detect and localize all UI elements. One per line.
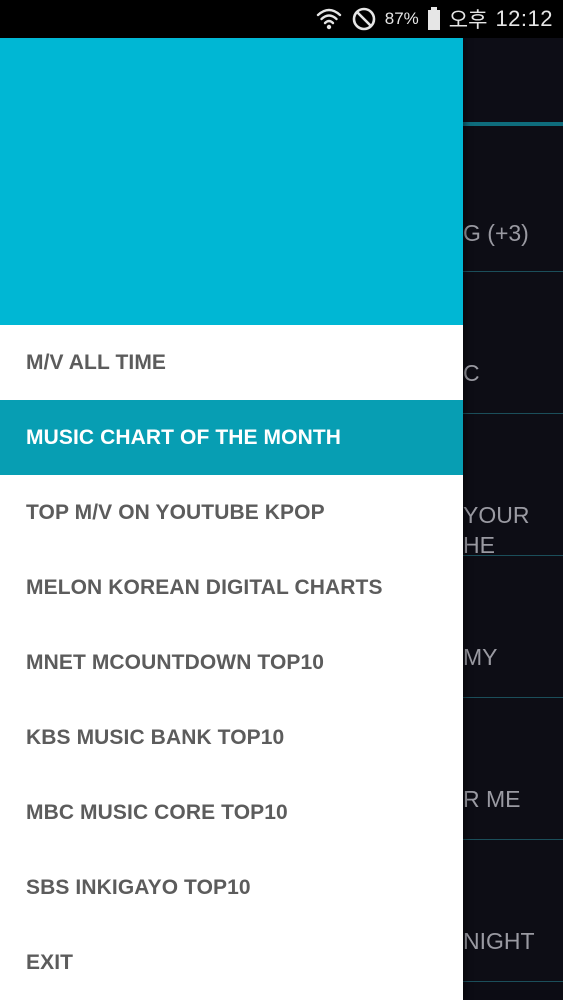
- menu-item-mv-all-time[interactable]: M/V ALL TIME: [0, 325, 463, 400]
- menu-item-top-mv-youtube-kpop[interactable]: TOP M/V ON YOUTUBE KPOP: [0, 475, 463, 550]
- menu-item-exit[interactable]: EXIT: [0, 925, 463, 1000]
- list-item-label: YOUR HE: [463, 502, 530, 558]
- menu-item-label: MELON KOREAN DIGITAL CHARTS: [26, 575, 383, 599]
- battery-icon: [427, 7, 441, 31]
- battery-percent: 87%: [384, 9, 419, 28]
- status-bar: 87% 오후 12:12: [0, 0, 563, 38]
- menu-item-label: SBS INKIGAYO TOP10: [26, 875, 251, 899]
- menu-item-label: KBS MUSIC BANK TOP10: [26, 725, 285, 749]
- menu-item-mnet-mcountdown[interactable]: MNET MCOUNTDOWN TOP10: [0, 625, 463, 700]
- menu-item-label: TOP M/V ON YOUTUBE KPOP: [26, 500, 325, 524]
- menu-item-music-chart-of-the-month[interactable]: MUSIC CHART OF THE MONTH: [0, 400, 463, 475]
- menu-item-kbs-music-bank[interactable]: KBS MUSIC BANK TOP10: [0, 700, 463, 775]
- menu-item-sbs-inkigayo[interactable]: SBS INKIGAYO TOP10: [0, 850, 463, 925]
- menu-item-label: M/V ALL TIME: [26, 350, 167, 374]
- list-item-label: MY: [463, 644, 498, 670]
- status-time: 12:12: [495, 6, 553, 31]
- menu-item-label: MBC MUSIC CORE TOP10: [26, 800, 288, 824]
- status-icons: 87% 오후 12:12: [315, 0, 553, 38]
- navigation-drawer: M/V ALL TIME MUSIC CHART OF THE MONTH TO…: [0, 38, 463, 1000]
- menu-item-mbc-music-core[interactable]: MBC MUSIC CORE TOP10: [0, 775, 463, 850]
- list-item-label: NIGHT: [463, 928, 535, 954]
- wifi-icon: [315, 5, 343, 33]
- menu-item-melon-charts[interactable]: MELON KOREAN DIGITAL CHARTS: [0, 550, 463, 625]
- list-item-label: C: [463, 360, 480, 386]
- list-item-label: G (+3): [463, 220, 529, 246]
- menu-item-label: MNET MCOUNTDOWN TOP10: [26, 650, 325, 674]
- list-item-label: R ME: [463, 786, 521, 812]
- drawer-header: [0, 38, 463, 325]
- menu-item-label: EXIT: [26, 950, 74, 974]
- no-disturb-icon: [351, 6, 377, 32]
- menu-item-label: MUSIC CHART OF THE MONTH: [26, 425, 342, 449]
- drawer-menu: M/V ALL TIME MUSIC CHART OF THE MONTH TO…: [0, 325, 463, 1000]
- status-ampm: 오후: [448, 9, 488, 32]
